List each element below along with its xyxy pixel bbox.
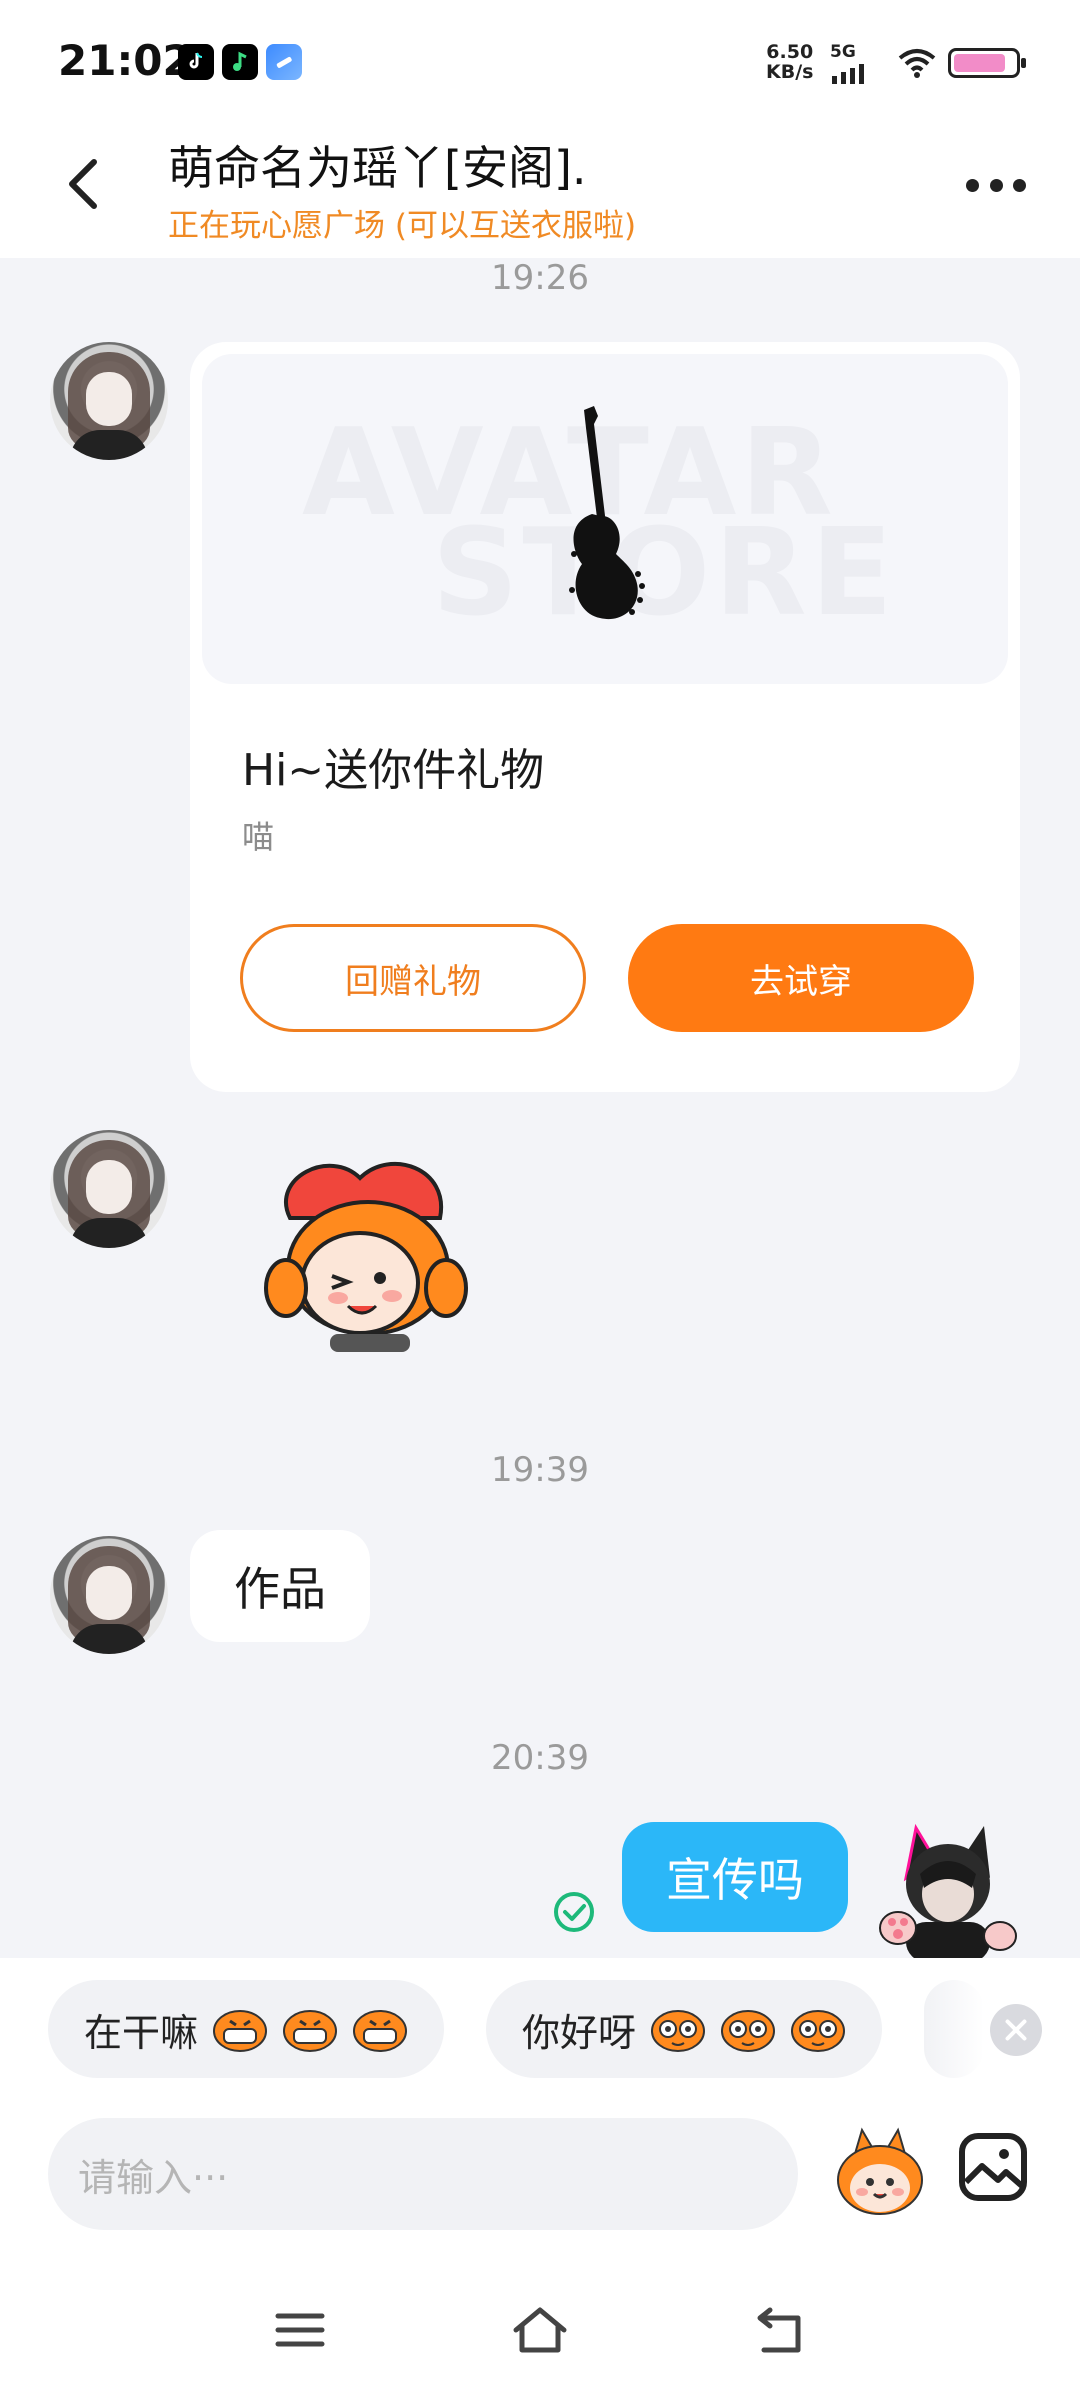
net-speed-unit: KB/s [766,61,814,83]
chat-header: 萌命名为瑶丫[安阁]. 正在玩心愿广场 (可以互送衣服啦) [0,110,1080,258]
smile-emoji-icon [650,2005,706,2053]
message-input[interactable]: 请输入··· [48,2118,798,2230]
watermark-store: STORE [432,504,897,643]
chevron-left-icon[interactable] [56,154,116,214]
avatar-face [86,1160,132,1214]
battery-icon [948,48,1026,78]
quick-reply-text: 你好呀 [522,2010,637,2055]
system-nav-bar [0,2270,1080,2392]
try-on-button[interactable]: 去试穿 [628,924,974,1032]
quick-reply-chip-partial[interactable] [924,1980,984,2078]
net-speed: 6.50 KB/s [766,42,813,82]
quick-reply-chip[interactable]: 你好呀 [486,1980,883,2078]
grin-emoji-icon [282,2005,338,2053]
gift-description: 喵 [242,818,275,856]
contact-avatar[interactable] [50,1536,168,1654]
status-time: 21:02 [58,36,192,85]
net-speed-value: 6.50 [766,41,814,63]
dot [966,178,979,192]
timestamp: 20:39 [491,1738,589,1778]
chat-title: 萌命名为瑶丫[安阁]. [168,141,587,195]
gift-title: Hi~送你件礼物 [242,745,545,796]
timestamp: 19:39 [491,1450,589,1490]
menu-icon[interactable] [270,2300,330,2360]
network-type: 5G [830,42,856,62]
grin-emoji-icon [352,2005,408,2053]
my-avatar[interactable] [876,1818,1020,1958]
avatar-face [86,372,132,426]
emoji-mascot-icon[interactable] [832,2124,928,2220]
gift-image[interactable]: AVATAR STORE [202,354,1008,684]
timestamp: 19:26 [491,258,589,298]
chat-subtitle[interactable]: 正在玩心愿广场 (可以互送衣服啦) [168,200,636,245]
mascot-sticker[interactable] [250,1148,480,1358]
dot [1013,178,1026,192]
gift-card[interactable]: AVATAR STORE Hi~送你件礼物 喵 回赠礼物 去试穿 [190,342,1020,1092]
status-bar: 21:02 6.50 KB/s 5G [0,0,1080,110]
tiktok-app-icon [178,44,214,80]
grin-emoji-icon [212,2005,268,2053]
battery-level [954,54,1005,72]
dot [989,178,1003,192]
browser-app-icon [266,44,302,80]
message-list[interactable]: 19:26 AVATAR STORE Hi~送你件礼物 喵 回赠礼物 去试穿 1… [0,258,1080,1958]
wifi-icon [898,49,936,78]
image-icon[interactable] [958,2132,1028,2202]
avatar-face [86,1566,132,1620]
message-bubble-incoming[interactable]: 作品 [190,1530,370,1642]
music-app-icon [222,44,258,80]
close-icon[interactable] [990,2004,1042,2056]
sent-check-icon [554,1892,594,1932]
back-icon[interactable] [750,2300,810,2360]
guitar-icon [569,406,645,620]
contact-avatar[interactable] [50,1130,168,1248]
smile-emoji-icon [720,2005,776,2053]
return-gift-button[interactable]: 回赠礼物 [240,924,586,1032]
contact-avatar[interactable] [50,342,168,460]
quick-reply-chip[interactable]: 在干嘛 [48,1980,445,2078]
smile-emoji-icon [790,2005,846,2053]
input-placeholder: 请输入··· [78,2155,229,2200]
home-icon[interactable] [510,2300,570,2360]
more-dots-icon[interactable] [966,170,1026,200]
message-bubble-outgoing[interactable]: 宣传吗 [622,1822,848,1932]
signal-icon: 5G [830,42,870,88]
quick-reply-text: 在干嘛 [84,2010,199,2055]
